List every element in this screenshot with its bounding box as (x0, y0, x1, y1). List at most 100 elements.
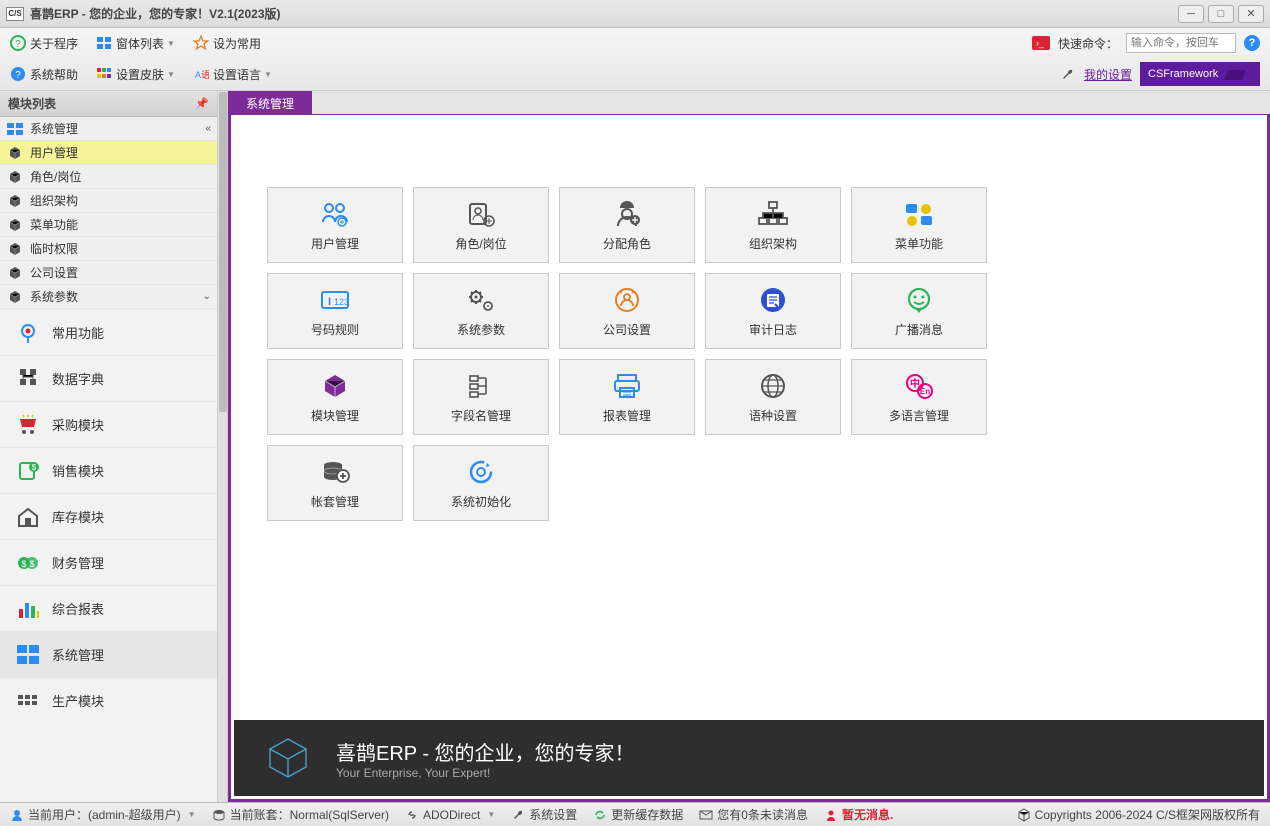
tree-item-2[interactable]: 角色/岗位 (0, 165, 217, 189)
maximize-button[interactable]: □ (1208, 5, 1234, 23)
help-icon[interactable]: ? (1244, 35, 1260, 51)
banner-cube-icon (258, 733, 318, 783)
set-common-button[interactable]: 设为常用 (193, 35, 261, 52)
tile-broadcast[interactable]: 广播消息 (851, 273, 987, 349)
tile-number[interactable]: I123号码规则 (267, 273, 403, 349)
cart-icon (14, 413, 42, 437)
nav-item-sales[interactable]: $销售模块 (0, 447, 217, 493)
nav-item-warehouse[interactable]: 库存模块 (0, 493, 217, 539)
nav-item-pin[interactable]: 常用功能 (0, 309, 217, 355)
status-account[interactable]: 当前账套：Normal(SqlServer) (212, 806, 389, 823)
system-help-button[interactable]: ? 系统帮助 (10, 66, 78, 83)
tile-label: 系统参数 (457, 321, 505, 338)
status-refresh[interactable]: 更新缓存数据 (593, 806, 683, 823)
quick-cmd-input[interactable] (1126, 33, 1236, 53)
status-copyright: Copyrights 2006-2024 C/S框架网版权所有 (1017, 806, 1260, 823)
cube-icon (6, 289, 24, 305)
status-settings[interactable]: 系统设置 (511, 806, 577, 823)
tile-label: 菜单功能 (895, 235, 943, 252)
chevron-down-icon: ▼ (188, 810, 196, 819)
star-icon (193, 35, 209, 51)
production-icon (14, 689, 42, 713)
status-unread[interactable]: 您有0条未读消息 (699, 806, 808, 823)
about-button[interactable]: ? 关于程序 (10, 35, 78, 52)
tree-item-3[interactable]: 组织架构 (0, 189, 217, 213)
nav-item-report[interactable]: 综合报表 (0, 585, 217, 631)
svg-text:?: ? (15, 70, 21, 81)
tile-globe[interactable]: 语种设置 (705, 359, 841, 435)
nav-item-finance[interactable]: $$财务管理 (0, 539, 217, 585)
tile-init[interactable]: 系统初始化 (413, 445, 549, 521)
statusbar: 当前用户：(admin-超级用户) ▼ 当前账套：Normal(SqlServe… (0, 802, 1270, 826)
svg-text:$: $ (21, 559, 26, 569)
company-icon (610, 285, 644, 315)
tree-label: 系统参数 (30, 288, 78, 305)
app-logo-icon: C/S (6, 7, 24, 21)
windows-icon (6, 121, 24, 137)
nav-item-system[interactable]: 系统管理 (0, 631, 217, 677)
tile-users[interactable]: 用户管理 (267, 187, 403, 263)
language-button[interactable]: A语 设置语言 ▼ (193, 66, 272, 83)
tile-assign[interactable]: 分配角色 (559, 187, 695, 263)
nav-item-production[interactable]: 生产模块 (0, 677, 217, 723)
svg-text:›_: ›_ (1036, 38, 1045, 48)
my-settings-link[interactable]: 我的设置 (1084, 66, 1132, 83)
tree-item-4[interactable]: 菜单功能 (0, 213, 217, 237)
tab-system-management[interactable]: 系统管理 (228, 91, 312, 115)
tile-company[interactable]: 公司设置 (559, 273, 695, 349)
tree-item-7[interactable]: 系统参数⌄ (0, 285, 217, 309)
status-ado[interactable]: ADODirect ▼ (405, 808, 495, 822)
lang-icon: 中En (902, 371, 936, 401)
tile-gears[interactable]: 系统参数 (413, 273, 549, 349)
nav-list: 常用功能数据字典采购模块$销售模块库存模块$$财务管理综合报表系统管理生产模块 (0, 309, 217, 802)
tile-role[interactable]: 角色/岗位 (413, 187, 549, 263)
question-icon: ? (10, 35, 26, 51)
tile-audit[interactable]: 审计日志 (705, 273, 841, 349)
skin-button[interactable]: 设置皮肤 ▼ (96, 66, 175, 83)
sidebar: 模块列表 📌 系统管理«用户管理角色/岗位组织架构菜单功能临时权限公司设置系统参… (0, 91, 217, 802)
close-button[interactable]: ✕ (1238, 5, 1264, 23)
init-icon (464, 457, 498, 487)
minimize-button[interactable]: ─ (1178, 5, 1204, 23)
tile-label: 用户管理 (311, 235, 359, 252)
tree-label: 公司设置 (30, 264, 78, 281)
tile-menu[interactable]: 菜单功能 (851, 187, 987, 263)
tile-org[interactable]: 组织架构 (705, 187, 841, 263)
tile-fields[interactable]: 字段名管理 (413, 359, 549, 435)
tile-printer[interactable]: 报表管理 (559, 359, 695, 435)
tile-label: 组织架构 (749, 235, 797, 252)
tree-item-0[interactable]: 系统管理« (0, 117, 217, 141)
tile-lang[interactable]: 中En多语言管理 (851, 359, 987, 435)
windows-icon (96, 35, 112, 51)
chevron-down-icon: ▼ (264, 70, 272, 79)
status-user[interactable]: 当前用户：(admin-超级用户) ▼ (10, 806, 196, 823)
tree-label: 临时权限 (30, 240, 78, 257)
titlebar: C/S 喜鹊ERP - 您的企业，您的专家！V2.1(2023版) ─ □ ✕ (0, 0, 1270, 28)
menu-icon (902, 199, 936, 229)
tile-label: 公司设置 (603, 321, 651, 338)
sidebar-scrollbar[interactable] (217, 91, 227, 802)
link-icon (405, 808, 419, 822)
database-icon (212, 808, 226, 822)
tree-label: 菜单功能 (30, 216, 78, 233)
tile-label: 角色/岗位 (455, 235, 506, 252)
nav-item-dict[interactable]: 数据字典 (0, 355, 217, 401)
assign-icon (610, 199, 644, 229)
windows-list-button[interactable]: 窗体列表 ▼ (96, 35, 175, 52)
csframework-badge: CSFramework (1140, 62, 1260, 86)
nav-item-cart[interactable]: 采购模块 (0, 401, 217, 447)
org-icon (756, 199, 790, 229)
tree-item-6[interactable]: 公司设置 (0, 261, 217, 285)
nav-label: 系统管理 (52, 645, 104, 664)
tile-module[interactable]: 模块管理 (267, 359, 403, 435)
chevron-down-icon: ▼ (487, 810, 495, 819)
tree-item-1[interactable]: 用户管理 (0, 141, 217, 165)
tile-accounts[interactable]: 帐套管理 (267, 445, 403, 521)
pin-icon[interactable]: 📌 (195, 97, 209, 110)
wrench-icon (511, 808, 525, 822)
finance-icon: $$ (14, 551, 42, 575)
tree-item-5[interactable]: 临时权限 (0, 237, 217, 261)
tile-label: 字段名管理 (451, 407, 511, 424)
toolbar: ? 关于程序 窗体列表 ▼ 设为常用 ›_ 快速命令： ? ? 系统帮助 设置皮… (0, 28, 1270, 91)
help-circle-icon: ? (10, 66, 26, 82)
